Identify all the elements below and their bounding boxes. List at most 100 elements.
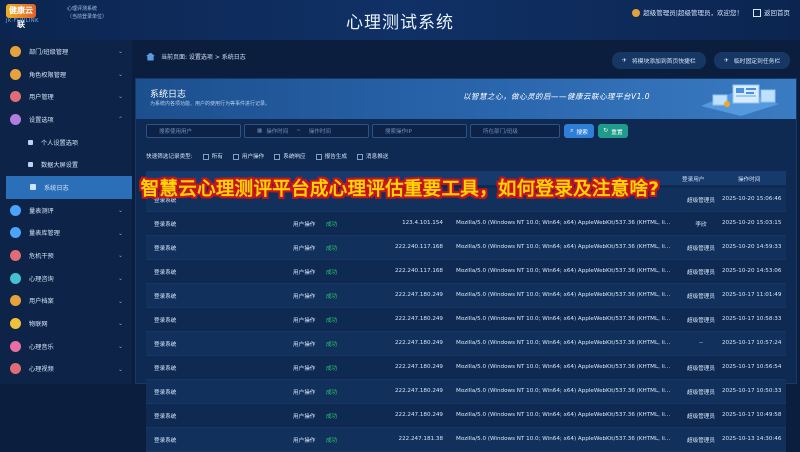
dept-select[interactable]: 所在部门/班级 bbox=[470, 124, 560, 138]
cell-ua: Mozilla/5.0 (Windows NT 10.0; Win64; x64… bbox=[456, 244, 671, 250]
checkbox-icon bbox=[357, 153, 364, 160]
table-row[interactable]: 登录系统 用户操作 成功 222.247.180.249 Mozilla/5.0 (Wi… bbox=[146, 332, 786, 356]
table-row[interactable]: 登录系统 用户操作 成功 222.247.180.249 Mozilla/5.0 (Wi… bbox=[146, 308, 786, 332]
chevron-icon: ⌄ bbox=[117, 252, 123, 260]
cell-user: 李欣 bbox=[695, 222, 707, 228]
record-type-checkbox[interactable]: 系统响应 bbox=[274, 152, 306, 160]
user-menu[interactable]: 超级管理员|超级管理员，欢迎您！ bbox=[632, 7, 743, 17]
operator-search-input[interactable]: 搜索使用用户 bbox=[146, 124, 241, 138]
record-type-checkbox[interactable]: 用户操作 bbox=[232, 152, 264, 160]
cell-time: 2025-10-17 11:01:49 bbox=[722, 292, 782, 298]
cell-type: 用户操作 bbox=[293, 270, 316, 276]
cell-status: 成功 bbox=[326, 246, 338, 252]
cell-status: 成功 bbox=[326, 342, 338, 348]
log-table: 登录系统 超级管理员 2025-10-20 15:06:46 登录系统 用户操作 成功 12… bbox=[146, 188, 786, 452]
cell-action: 登录系统 bbox=[154, 246, 177, 252]
overlay-caption: 智慧云心理测评平台成心理评估重要工具，如何登录及注意啥? bbox=[140, 179, 660, 200]
cell-user: 超级管理员 bbox=[687, 438, 715, 444]
record-type-checkbox[interactable]: 消息推送 bbox=[357, 152, 388, 160]
menu-icon bbox=[10, 295, 21, 307]
table-row[interactable]: 登录系统 用户操作 成功 123.4.101.154 Mozilla/5.0 (Wind… bbox=[146, 212, 786, 236]
cell-status: 成功 bbox=[326, 414, 338, 420]
cell-type: 用户操作 bbox=[293, 318, 316, 324]
sidebar-item[interactable]: 量表库管理 ⌄ bbox=[0, 222, 132, 245]
cell-ua: Mozilla/5.0 (Windows NT 10.0; Win64; x64… bbox=[456, 220, 671, 226]
chevron-icon: ⌄ bbox=[117, 48, 123, 55]
search-button[interactable]: ⌕ 搜索 bbox=[564, 124, 594, 138]
cell-ip: 222.240.117.168 bbox=[394, 244, 443, 250]
menu-icon bbox=[10, 363, 21, 375]
cell-user: 超级管理员 bbox=[687, 318, 715, 324]
chevron-icon: ⌄ bbox=[117, 206, 123, 214]
cell-type: 用户操作 bbox=[293, 390, 316, 396]
cell-ua: Mozilla/5.0 (Windows NT 10.0; Win64; x64… bbox=[456, 268, 671, 274]
cell-time: 2025-10-17 10:56:54 bbox=[722, 364, 782, 370]
page-subtitle: 为系统内各项功能、用户的使用行为等事件进行记录。 bbox=[150, 101, 271, 107]
cell-status: 成功 bbox=[326, 366, 338, 372]
record-type-checkbox[interactable]: 所有 bbox=[202, 152, 223, 160]
cell-user: 超级管理员 bbox=[687, 414, 715, 420]
reset-button[interactable]: ↻ 重置 bbox=[598, 124, 628, 138]
home-button[interactable]: 返回首页 bbox=[753, 7, 790, 17]
cell-ua: Mozilla/5.0 (Windows NT 10.0; Win64; x64… bbox=[456, 364, 671, 370]
menu-icon bbox=[10, 91, 21, 103]
menu-icon bbox=[10, 204, 21, 216]
top-bar: 健康云联 JK·FUNLINK 心理评测系统 （当前登录单位） 心理测试系统 超… bbox=[0, 0, 800, 40]
add-shortcut-button[interactable]: ✈ 将模块添加到首页快捷栏 bbox=[612, 52, 706, 69]
checkbox-icon bbox=[274, 153, 281, 160]
chevron-icon: ⌄ bbox=[117, 365, 123, 373]
ip-search-input[interactable]: 搜索操作IP bbox=[372, 124, 467, 138]
menu-icon bbox=[10, 340, 21, 352]
cell-ip: 123.4.101.154 bbox=[402, 220, 443, 226]
banner-slogan: 以智慧之心，做心灵的后——健康云联心理平台V1.0 bbox=[463, 92, 651, 101]
cell-user: 超级管理员 bbox=[687, 366, 715, 372]
cell-ua: Mozilla/5.0 (Windows NT 10.0; Win64; x64… bbox=[456, 340, 671, 346]
sidebar-item[interactable]: 量表测评 ⌄ bbox=[0, 199, 132, 222]
table-row[interactable]: 登录系统 用户操作 成功 222.247.180.249 Mozilla/5.0 (Wi… bbox=[146, 284, 786, 308]
cell-action: 登录系统 bbox=[154, 438, 177, 444]
checkbox-icon bbox=[202, 153, 209, 160]
record-type-checkbox[interactable]: 报告生成 bbox=[315, 152, 347, 160]
sidebar-item[interactable]: 个人设置选项 bbox=[0, 131, 132, 154]
cell-ip: 222.240.117.168 bbox=[394, 268, 443, 274]
menu-icon bbox=[28, 139, 33, 145]
sidebar-item[interactable]: 危机干预 ⌄ bbox=[0, 244, 132, 267]
chevron-icon: ⌄ bbox=[117, 70, 123, 78]
chevron-icon: ⌃ bbox=[117, 116, 123, 124]
sidebar-item[interactable]: 物联网 ⌄ bbox=[0, 312, 132, 335]
cell-type: 用户操作 bbox=[293, 366, 316, 372]
sidebar-item[interactable]: 用户管理 ⌄ bbox=[0, 85, 132, 108]
cell-ip: 222.247.181.38 bbox=[398, 436, 443, 442]
cell-action: 登录系统 bbox=[154, 294, 177, 300]
sidebar-item[interactable]: 心理音乐 ⌄ bbox=[0, 335, 132, 358]
cell-time: 2025-10-20 14:59:33 bbox=[722, 244, 782, 250]
pin-taskbar-button[interactable]: ✈ 临时固定到任务栏 bbox=[714, 52, 791, 69]
cell-type: 用户操作 bbox=[293, 222, 316, 228]
sidebar-item[interactable]: 心理视频 ⌄ bbox=[0, 358, 132, 381]
cell-time: 2025-10-17 10:57:24 bbox=[722, 340, 782, 346]
cell-time: 2025-10-17 10:50:33 bbox=[722, 388, 782, 394]
sidebar-item[interactable]: 设置选项 ⌃ bbox=[0, 108, 132, 131]
sidebar-item[interactable]: 角色权限管理 ⌄ bbox=[0, 63, 132, 86]
menu-icon bbox=[10, 45, 21, 57]
cell-action: 登录系统 bbox=[154, 390, 177, 396]
cell-user: -- bbox=[698, 340, 704, 346]
table-row[interactable]: 登录系统 用户操作 成功 222.240.117.168 Mozilla/5.0 (Wi… bbox=[146, 260, 786, 284]
time-range-picker[interactable]: ▦ 操作时间 ~ 操作时间 bbox=[244, 124, 369, 138]
cell-ua: Mozilla/5.0 (Windows NT 10.0; Win64; x64… bbox=[456, 292, 671, 298]
menu-icon bbox=[10, 68, 21, 80]
sidebar-item[interactable]: 数据大屏设置 bbox=[0, 153, 132, 176]
table-row[interactable]: 登录系统 用户操作 成功 222.247.180.249 Mozilla/5.0 (Wi… bbox=[146, 356, 786, 380]
checkbox-icon bbox=[315, 153, 322, 160]
sidebar-item[interactable]: 心理咨询 ⌄ bbox=[0, 267, 132, 290]
chevron-icon: ⌄ bbox=[117, 274, 123, 282]
sidebar-item[interactable]: 部门/班级管理 ⌄ bbox=[0, 40, 132, 63]
table-row[interactable]: 登录系统 用户操作 成功 222.240.117.168 Mozilla/5.0 (Wi… bbox=[146, 236, 786, 260]
table-row[interactable]: 登录系统 用户操作 成功 222.247.181.38 Mozilla/5.0 (Win… bbox=[146, 428, 786, 452]
sidebar-item[interactable]: 用户档案 ⌄ bbox=[0, 290, 132, 313]
cell-status: 成功 bbox=[326, 318, 338, 324]
cell-user: 超级管理员 bbox=[687, 294, 715, 300]
table-row[interactable]: 登录系统 用户操作 成功 222.247.180.249 Mozilla/5.0 (Wi… bbox=[146, 404, 786, 428]
cell-status: 成功 bbox=[326, 390, 338, 396]
page-title: 系统日志 bbox=[150, 90, 187, 100]
